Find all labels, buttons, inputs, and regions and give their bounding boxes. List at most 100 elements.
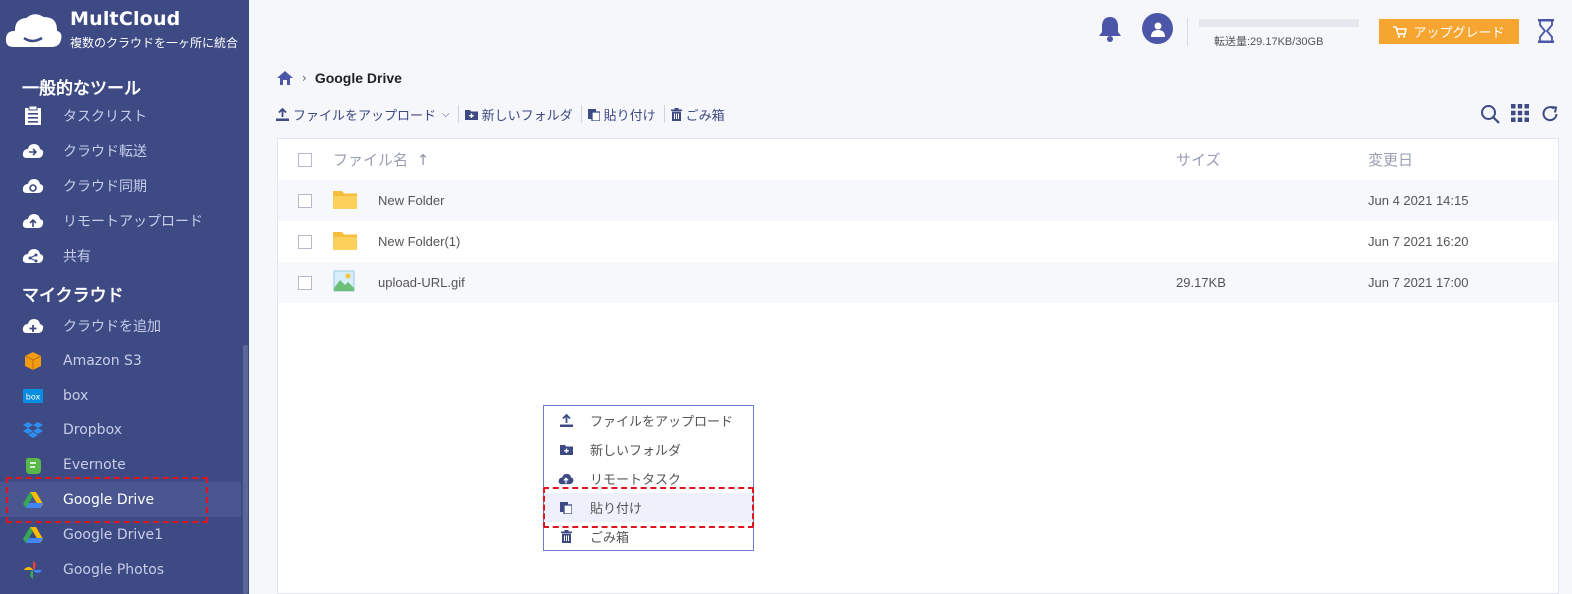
multcloud-logo-icon (3, 12, 64, 49)
chevron-down-icon: ⌵ (442, 108, 450, 120)
image-file-icon (333, 270, 355, 295)
tasklist-icon (21, 104, 45, 128)
sidebar-item-label: Dropbox (63, 421, 122, 438)
sidebar-scrollbar[interactable] (243, 345, 248, 594)
google-drive-icon (21, 523, 45, 547)
upgrade-label: アップグレード (1413, 26, 1505, 41)
file-name[interactable]: New Folder (378, 193, 444, 208)
table-header: ファイル名 ↑ サイズ 変更日 (278, 139, 1558, 180)
share-icon (21, 244, 45, 268)
highlight-paste (543, 487, 754, 528)
view-tools (1480, 104, 1560, 124)
trash-label: ごみ箱 (685, 108, 725, 124)
remote-task-icon (558, 473, 574, 485)
sidebar-item-cloud-transfer[interactable]: クラウド転送 (0, 133, 241, 168)
table-row[interactable]: New Folder Jun 4 2021 14:15 (278, 180, 1558, 221)
cart-icon (1393, 25, 1408, 38)
sidebar-item-cloud-sync[interactable]: クラウド同期 (0, 168, 241, 203)
divider (1187, 18, 1188, 46)
row-checkbox[interactable] (298, 193, 312, 208)
paste-button[interactable]: 貼り付け (587, 105, 665, 124)
refresh-icon[interactable] (1540, 104, 1560, 124)
header-name-label: ファイル名 (333, 151, 409, 169)
paste-icon (587, 108, 600, 121)
grid-view-icon[interactable] (1511, 104, 1529, 122)
file-date: Jun 7 2021 17:00 (1368, 275, 1469, 290)
clouds-section-title: マイクラウド (22, 286, 124, 306)
evernote-icon (21, 453, 45, 477)
user-avatar[interactable] (1142, 13, 1173, 44)
trash-button[interactable]: ごみ箱 (670, 105, 733, 124)
sidebar-item-label: box (63, 387, 89, 404)
new-folder-label: 新しいフォルダ (481, 108, 573, 124)
header-name[interactable]: ファイル名 ↑ (333, 149, 429, 170)
usage-text: 転送量:29.17KB/30GB (1214, 36, 1324, 48)
context-menu-upload[interactable]: ファイルをアップロード (544, 406, 753, 435)
header-date[interactable]: 変更日 (1368, 149, 1413, 170)
topbar (249, 0, 1572, 60)
context-menu-new-folder[interactable]: 新しいフォルダ (544, 435, 753, 464)
sidebar-item-label: 共有 (63, 248, 91, 265)
folder-icon (333, 189, 357, 212)
upload-label: ファイルをアップロード (293, 108, 437, 124)
select-all-checkbox[interactable] (298, 152, 312, 167)
hourglass-icon[interactable] (1537, 19, 1555, 47)
amazon-s3-icon (21, 349, 45, 373)
new-folder-icon (558, 444, 574, 455)
sidebar-item-remote-upload[interactable]: リモートアップロード (0, 203, 241, 238)
brand-tagline: 複数のクラウドを一ヶ所に統合 (70, 36, 239, 50)
home-icon[interactable] (276, 70, 294, 86)
trash-icon (670, 107, 682, 121)
brand-name: MultCloud (70, 8, 181, 30)
sidebar-item-label: リモートアップロード (63, 213, 203, 230)
file-toolbar: ファイルをアップロード ⌵ 新しいフォルダ 貼り付け ごみ箱 (276, 105, 739, 124)
sidebar-item-add-cloud[interactable]: クラウドを追加 (0, 308, 241, 343)
sidebar-item-label: Google Photos (63, 561, 165, 578)
table-row[interactable]: New Folder(1) Jun 7 2021 16:20 (278, 221, 1558, 262)
new-folder-icon (464, 109, 478, 120)
sidebar-item-google-photos[interactable]: Google Photos (0, 552, 241, 587)
upgrade-button[interactable]: アップグレード (1379, 19, 1519, 44)
sidebar-item-label: クラウドを追加 (63, 318, 161, 335)
row-checkbox[interactable] (298, 275, 312, 290)
file-list-panel: ファイル名 ↑ サイズ 変更日 New Folder Jun 4 2021 14… (277, 138, 1559, 594)
file-date: Jun 7 2021 16:20 (1368, 234, 1469, 249)
file-name[interactable]: upload-URL.gif (378, 275, 465, 290)
sort-arrow-icon: ↑ (416, 151, 430, 169)
dropbox-icon (21, 418, 45, 442)
upload-icon (276, 107, 289, 121)
context-menu-label: リモートタスク (590, 473, 682, 488)
sidebar-item-label: Amazon S3 (63, 352, 142, 369)
context-menu: ファイルをアップロード 新しいフォルダ リモートタスク 貼り付け ごみ箱 (543, 405, 754, 551)
paste-label: 貼り付け (603, 108, 656, 124)
sidebar-item-label: タスクリスト (63, 108, 147, 125)
svg-text:box: box (26, 392, 41, 401)
breadcrumb-current[interactable]: Google Drive (315, 70, 402, 86)
file-date: Jun 4 2021 14:15 (1368, 193, 1469, 208)
google-photos-icon (21, 558, 45, 582)
header-size[interactable]: サイズ (1176, 149, 1221, 170)
sidebar-item-label: クラウド転送 (63, 143, 147, 160)
tools-section-title: 一般的なツール (22, 79, 141, 99)
cloud-transfer-icon (21, 139, 45, 163)
sidebar-item-tasklist[interactable]: タスクリスト (0, 98, 241, 133)
upload-file-button[interactable]: ファイルをアップロード ⌵ (276, 105, 459, 124)
table-row[interactable]: upload-URL.gif 29.17KB Jun 7 2021 17:00 (278, 262, 1558, 303)
add-cloud-icon (21, 314, 45, 338)
sidebar-item-box[interactable]: box box (0, 378, 241, 413)
cloud-sync-icon (21, 174, 45, 198)
file-name[interactable]: New Folder(1) (378, 234, 460, 249)
sidebar-item-label: Evernote (63, 456, 126, 473)
sidebar-item-share[interactable]: 共有 (0, 238, 241, 273)
sidebar-item-amazon-s3[interactable]: Amazon S3 (0, 343, 241, 378)
usage-progress-bar (1199, 19, 1359, 27)
context-menu-label: 新しいフォルダ (590, 444, 682, 459)
new-folder-button[interactable]: 新しいフォルダ (464, 105, 582, 124)
notification-bell-icon[interactable] (1097, 15, 1123, 47)
context-menu-label: ファイルをアップロード (590, 415, 734, 430)
search-icon[interactable] (1480, 104, 1500, 124)
file-size: 29.17KB (1176, 275, 1226, 290)
row-checkbox[interactable] (298, 234, 312, 249)
brand[interactable]: MultCloud 複数のクラウドを一ヶ所に統合 (0, 0, 249, 58)
sidebar-item-dropbox[interactable]: Dropbox (0, 412, 241, 447)
